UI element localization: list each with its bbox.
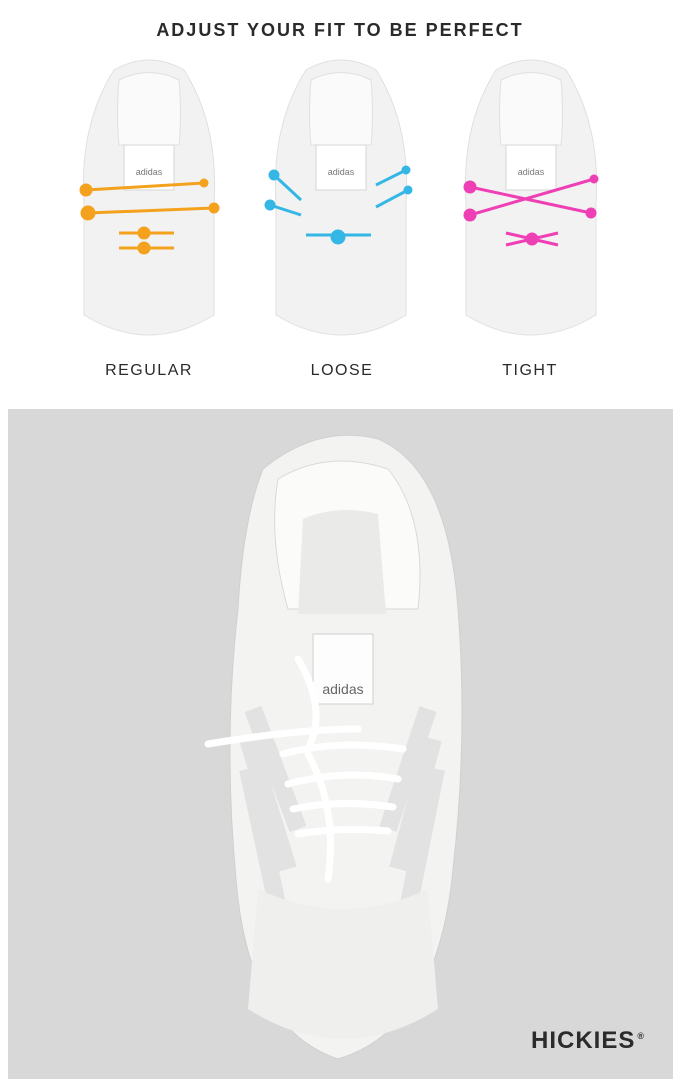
page-headline: ADJUST YOUR FIT TO BE PERFECT (156, 20, 524, 40)
hickies-logo-text: HICKIES (531, 1027, 636, 1054)
fit-label-tight: TIGHT (502, 362, 558, 379)
loose-fit-shoe-image: adidas (256, 55, 426, 350)
fit-label-loose: LOOSE (310, 362, 374, 379)
shoe-brand-text: adidas (322, 681, 363, 697)
shoe-brand-text: adidas (328, 167, 355, 177)
tight-fit-shoe-image: adidas (446, 55, 616, 350)
hickies-logo: HICKIES ® (531, 1027, 645, 1055)
shoe-brand-text: adidas (136, 167, 163, 177)
shoe-brand-text: adidas (518, 167, 545, 177)
fit-label-regular: REGULAR (105, 362, 193, 379)
regular-fit-shoe-image: adidas (64, 55, 234, 350)
sneaker-photo: adidas HICKIES ® (8, 409, 673, 1079)
registered-mark: ® (637, 1031, 645, 1041)
